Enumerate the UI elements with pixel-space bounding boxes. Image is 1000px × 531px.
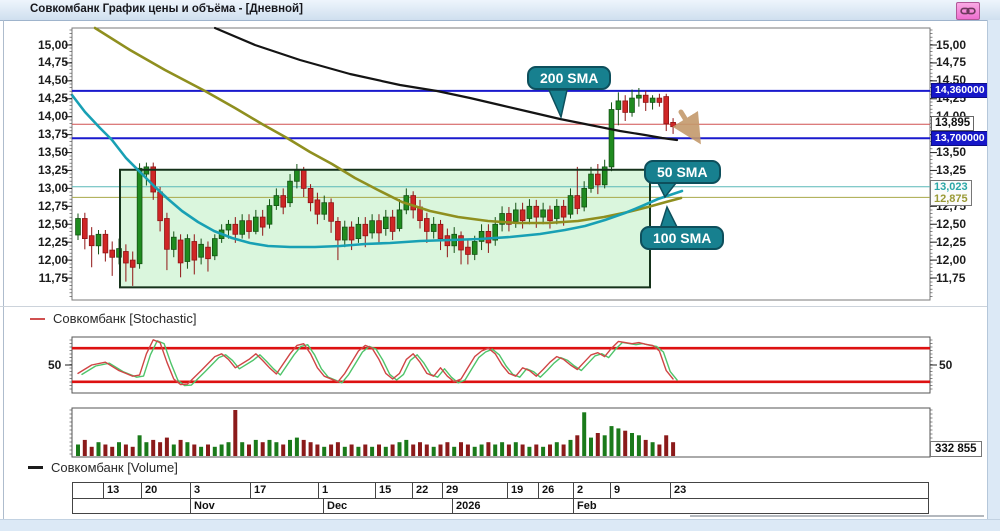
stochastic-series-dash: [30, 317, 45, 320]
chart-surface[interactable]: [0, 20, 988, 520]
date-axis-day-cell: 9: [610, 483, 670, 499]
date-axis-day-cell: 26: [538, 483, 573, 499]
sma100-value-label: 12,875: [934, 193, 968, 205]
date-axis-month-cell: Dec: [323, 498, 452, 514]
y-axis-price-label: 15,00: [37, 37, 68, 52]
date-axis-day-cell: 2: [573, 483, 610, 499]
volume-legend: Совкомбанк [Volume]: [28, 460, 178, 475]
y-axis-price-label: 14,25: [37, 91, 68, 106]
date-axis-day-cell: 3: [190, 483, 250, 499]
stochastic-left-50-label: 50: [48, 358, 62, 372]
y-axis-price-label: 13,50: [37, 145, 68, 160]
y-axis-price-label: 13,00: [37, 180, 68, 195]
window-bottom-edge: [0, 519, 1000, 531]
date-axis-day-cell: 17: [250, 483, 318, 499]
date-axis-month-cell: [72, 498, 190, 514]
panel-separator: [0, 306, 1000, 307]
date-axis-day-cell: 29: [442, 483, 507, 499]
title-bar[interactable]: Совкомбанк График цены и объёма - [Дневн…: [0, 0, 1000, 21]
y-axis-price-label: 12,00: [936, 252, 967, 267]
vertical-scrollbar[interactable]: [987, 20, 1000, 530]
y-axis-price-label: 13,25: [936, 162, 967, 177]
trading-terminal-window: { "window": { "title": "Совкомбанк Графи…: [0, 0, 1000, 531]
date-axis-day-cell: 23: [670, 483, 929, 499]
y-axis-price-label: 14,00: [37, 109, 68, 124]
y-axis-price-label: 12,00: [37, 252, 68, 267]
y-axis-price-label: 12,25: [936, 234, 967, 249]
y-axis-price-label: 15,00: [936, 37, 967, 52]
y-axis-price-label: 12,50: [936, 216, 967, 231]
y-axis-price-label: 13,25: [37, 162, 68, 177]
date-axis-day-cell: [72, 483, 103, 499]
window-title: Совкомбанк График цены и объёма - [Дневн…: [30, 3, 303, 15]
y-axis-price-label: 12,50: [37, 216, 68, 231]
date-axis-day-cell: 15: [375, 483, 412, 499]
stochastic-legend-label: Совкомбанк [Stochastic]: [53, 311, 197, 326]
date-axis-day-cell: 1: [318, 483, 375, 499]
volume-value-badge: 332 855: [930, 441, 982, 457]
y-axis-price-label: 13,75: [37, 127, 68, 142]
price-badge-last: 13,895: [931, 116, 975, 131]
callout-50-sma: 50 SMA: [644, 160, 721, 184]
y-axis-price-label: 14,50: [37, 73, 68, 88]
stochastic-legend: Совкомбанк [Stochastic]: [30, 311, 196, 326]
y-axis-price-label: 14,75: [37, 55, 68, 70]
link-icon: [960, 7, 976, 15]
date-axis[interactable]: 13 20 3 17 1 15 22 29 19 26 2 9 23 Nov Dec 2026 Feb: [72, 482, 929, 514]
callout-200-sma: 200 SMA: [527, 66, 612, 90]
date-axis-day-cell: 13: [103, 483, 141, 499]
price-badge-sma-values: 13,023 12,875: [930, 180, 972, 206]
y-axis-price-label: 11,75: [38, 270, 68, 285]
y-axis-price-label: 12,25: [37, 234, 68, 249]
price-badge-resistance: 14,360000: [931, 83, 989, 98]
y-axis-price-label: 11,75: [936, 270, 966, 285]
date-axis-month-cell: Feb: [573, 498, 929, 514]
date-axis-day-cell: 20: [141, 483, 190, 499]
sma50-value-label: 13,023: [934, 181, 968, 193]
date-axis-day-cell: 19: [507, 483, 538, 499]
y-axis-price-label: 12,75: [37, 198, 68, 213]
date-axis-month-cell: Nov: [190, 498, 323, 514]
price-badge-support: 13,700000: [931, 131, 989, 146]
volume-legend-label: Совкомбанк [Volume]: [51, 460, 178, 475]
y-axis-price-label: 14,75: [936, 55, 967, 70]
volume-series-dash: [28, 466, 43, 469]
link-button[interactable]: [956, 2, 980, 20]
y-axis-price-label: 13,50: [936, 145, 967, 160]
callout-100-sma: 100 SMA: [640, 226, 725, 250]
date-axis-month-cell: 2026: [452, 498, 573, 514]
stochastic-right-50-label: 50: [939, 358, 953, 372]
date-axis-day-cell: 22: [412, 483, 442, 499]
